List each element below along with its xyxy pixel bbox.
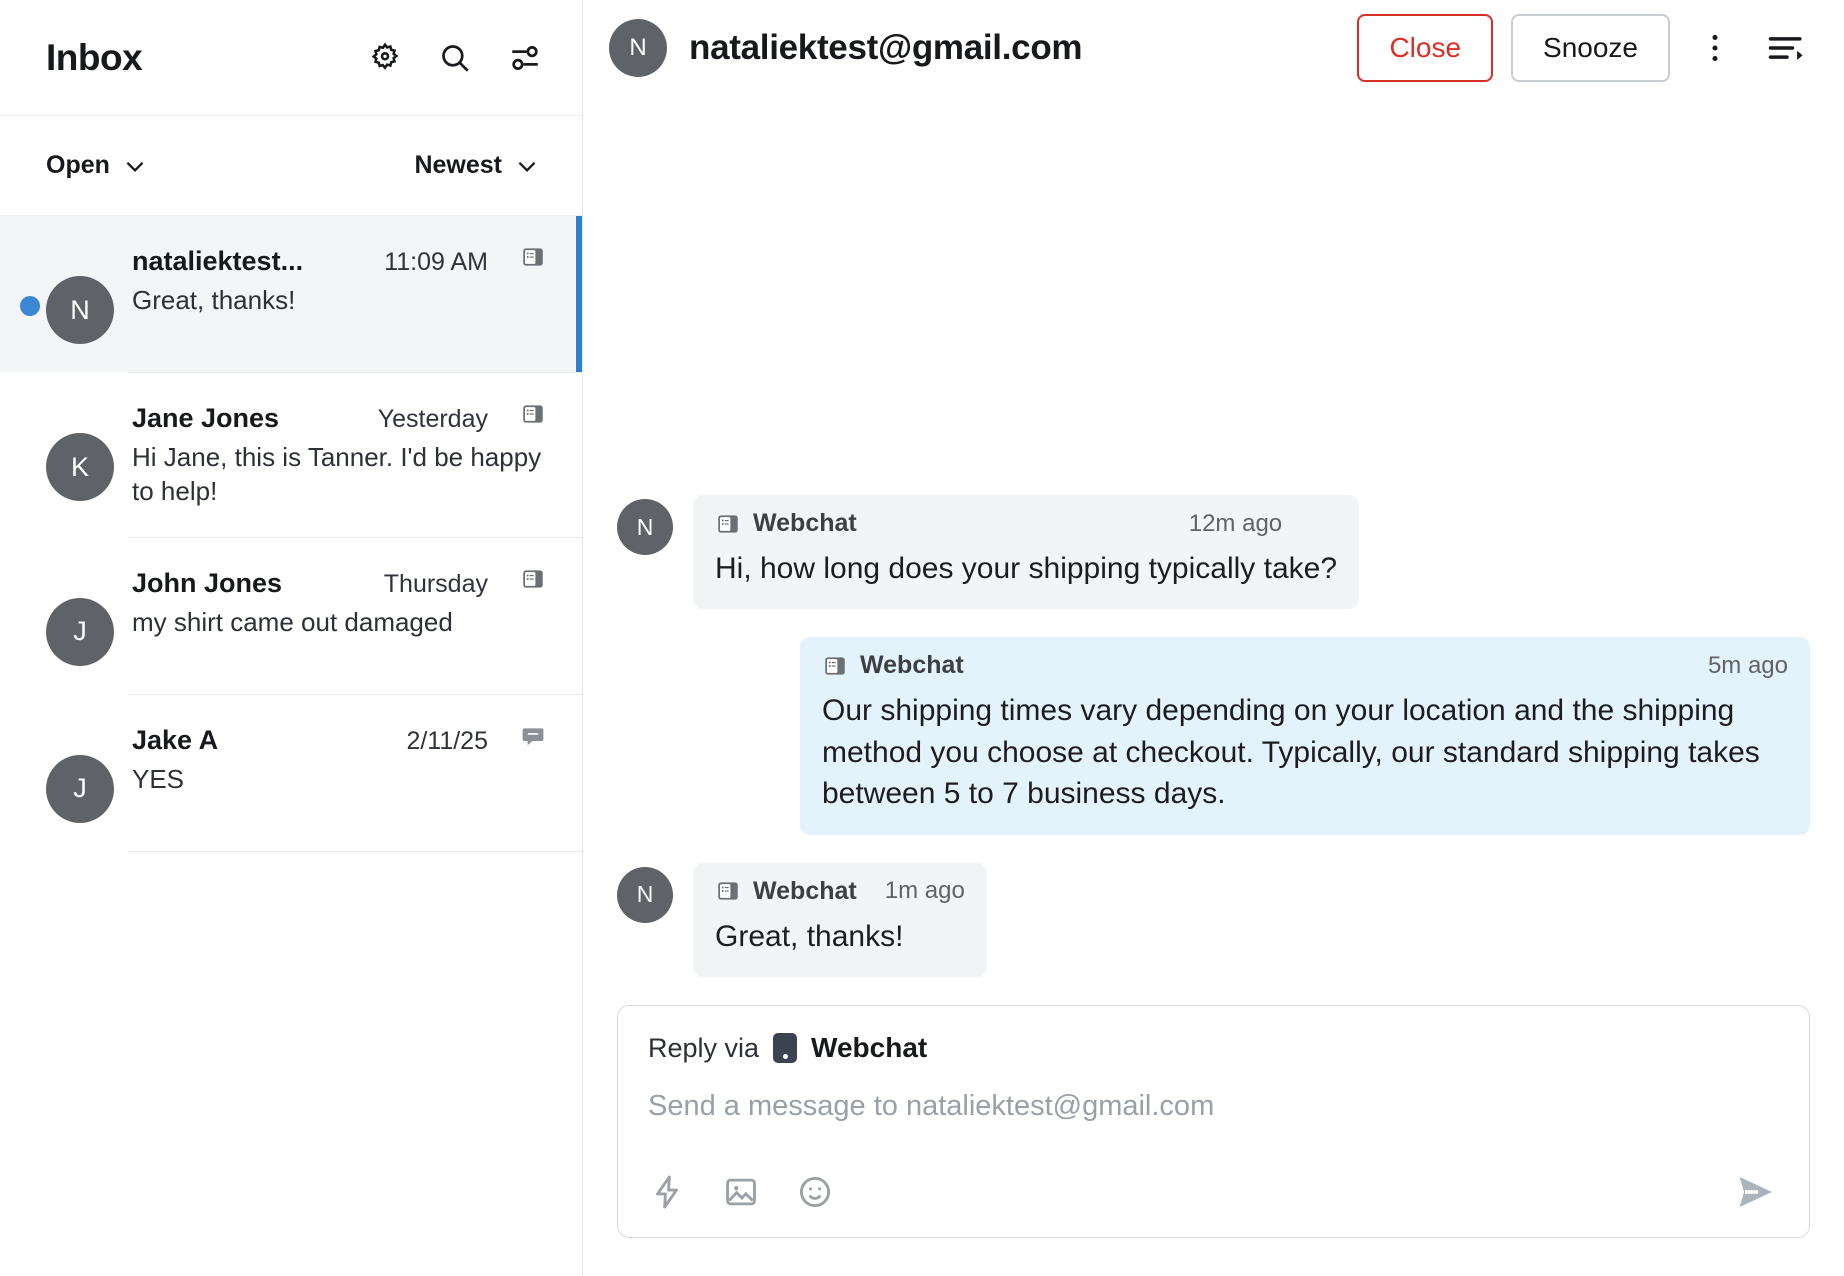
message-thread: N Webchat 12m ago Hi, how long does your… [583, 96, 1844, 1005]
message-text: Hi, how long does your shipping typicall… [715, 552, 1338, 586]
conversation-timestamp: 2/11/25 [406, 726, 488, 755]
status-filter-label: Open [46, 151, 110, 179]
conversation-summary: nataliektest... 11:09 AM Great, thanks! [132, 244, 546, 317]
thread-details-icon[interactable] [1760, 21, 1814, 75]
conversation-preview: my shirt came out damaged [132, 606, 453, 637]
close-button[interactable]: Close [1357, 14, 1494, 82]
page-title: Inbox [46, 36, 143, 78]
message-channel: Webchat [753, 876, 857, 905]
webchat-icon [523, 405, 543, 423]
message-channel: Webchat [753, 509, 857, 538]
sms-bubble-icon [522, 728, 544, 745]
chevron-down-icon [126, 161, 144, 172]
message-channel: Webchat [860, 651, 964, 680]
message-timestamp: 12m ago [1188, 509, 1283, 537]
filter-sliders-icon[interactable] [508, 41, 542, 75]
conversation-timestamp: Yesterday [377, 405, 488, 433]
conversation-name: Jane Jones [132, 403, 280, 433]
lightning-bolt-icon[interactable] [648, 1173, 686, 1211]
more-vertical-icon[interactable] [1688, 21, 1742, 75]
message-bubble-outbound: Webchat 5m ago Our shipping times vary d… [800, 637, 1810, 835]
message-timestamp: 1m ago [884, 877, 965, 905]
avatar: N [46, 276, 114, 344]
avatar: N [617, 866, 673, 923]
message-input[interactable] [648, 1090, 1779, 1123]
conversation-list-item[interactable]: J John Jones Thursday my shirt came out … [0, 537, 582, 694]
conversation-contact: nataliektest@gmail.com [689, 28, 1083, 67]
divider [128, 850, 582, 852]
avatar: N [617, 499, 673, 556]
message-text: Great, thanks! [715, 919, 904, 953]
inbox-pane: Inbox Open Newest N nataliektest... 11:0… [0, 0, 583, 1276]
emoji-icon[interactable] [796, 1173, 834, 1211]
conversation-meta: Jake A 2/11/25 [132, 723, 546, 756]
webchat-icon [825, 657, 845, 675]
inbox-app: Inbox Open Newest N nataliektest... 11:0… [0, 0, 1844, 1276]
conversation-list: N nataliektest... 11:09 AM Great, thanks… [0, 216, 582, 1276]
composer-tools [648, 1173, 834, 1211]
message-meta: Webchat 5m ago [822, 651, 1788, 680]
avatar: J [46, 597, 114, 666]
composer-toolbar [648, 1169, 1779, 1215]
conversation-timestamp: Thursday [383, 569, 488, 598]
conversation-list-item[interactable]: N nataliektest... 11:09 AM Great, thanks… [0, 216, 582, 372]
message-composer: Reply via Webchat [617, 1005, 1810, 1238]
inbox-header-actions [368, 41, 542, 75]
conversation-meta: John Jones Thursday [132, 566, 546, 599]
webchat-icon [718, 882, 738, 900]
conversation-list-item[interactable]: K Jane Jones Yesterday Hi Jane, this is … [0, 373, 582, 537]
avatar: K [46, 433, 114, 501]
avatar: N [609, 19, 667, 77]
reply-channel-name: Webchat [811, 1032, 928, 1063]
image-icon[interactable] [722, 1173, 760, 1211]
message-text: Our shipping times vary depending on you… [822, 694, 1760, 811]
conversation-summary: Jane Jones Yesterday Hi Jane, this is Ta… [132, 401, 546, 509]
unread-indicator [20, 296, 40, 316]
message-meta: Webchat 1m ago [715, 877, 965, 906]
conversation-timestamp: 11:09 AM [384, 248, 488, 276]
conversation-name: Jake A [132, 724, 219, 755]
conversation-pane: N nataliektest@gmail.com Close Snooze N … [583, 0, 1844, 1276]
reply-channel-selector[interactable]: Reply via Webchat [648, 1032, 1779, 1064]
snooze-button[interactable]: Snooze [1511, 14, 1670, 82]
conversation-header: N nataliektest@gmail.com Close Snooze [583, 0, 1844, 96]
avatar: J [46, 754, 114, 823]
message-meta: Webchat 12m ago [715, 509, 1337, 538]
inbox-header: Inbox [0, 0, 582, 116]
webchat-icon [523, 248, 543, 266]
status-filter-dropdown[interactable]: Open [46, 151, 148, 180]
message-bubble-inbound: Webchat 12m ago Hi, how long does your s… [693, 495, 1360, 610]
message-row: N Webchat 1m ago Great, thanks! [617, 862, 1810, 977]
message-timestamp: 5m ago [1707, 651, 1788, 679]
conversation-summary: John Jones Thursday my shirt came out da… [132, 566, 546, 639]
conversation-meta: nataliektest... 11:09 AM [132, 244, 546, 277]
conversation-preview: Great, thanks! [132, 285, 296, 315]
webchat-icon [718, 514, 738, 533]
gear-icon[interactable] [368, 41, 402, 75]
conversation-list-item[interactable]: J Jake A 2/11/25 YES [0, 694, 582, 851]
search-icon[interactable] [438, 41, 472, 75]
conversation-name: John Jones [132, 567, 283, 598]
webchat-icon [523, 569, 543, 588]
message-bubble-inbound: Webchat 1m ago Great, thanks! [693, 862, 987, 977]
filter-bar: Open Newest [0, 116, 582, 216]
chevron-down-icon [518, 161, 536, 172]
message-row: N Webchat 12m ago Hi, how long does your… [617, 495, 1810, 610]
conversation-actions: Close Snooze [1357, 14, 1814, 82]
webchat-icon [773, 1033, 798, 1063]
conversation-preview: YES [132, 763, 185, 794]
reply-via-label: Reply via [648, 1032, 760, 1063]
sort-filter-dropdown[interactable]: Newest [414, 151, 540, 180]
conversation-preview: Hi Jane, this is Tanner. I'd be happy to… [132, 442, 542, 507]
send-icon[interactable] [1733, 1169, 1779, 1215]
sort-filter-label: Newest [414, 151, 502, 179]
conversation-meta: Jane Jones Yesterday [132, 401, 546, 434]
conversation-name: nataliektest... [132, 246, 304, 276]
conversation-summary: Jake A 2/11/25 YES [132, 723, 546, 796]
message-row: Webchat 5m ago Our shipping times vary d… [617, 637, 1810, 835]
composer-container: Reply via Webchat [583, 1005, 1844, 1276]
